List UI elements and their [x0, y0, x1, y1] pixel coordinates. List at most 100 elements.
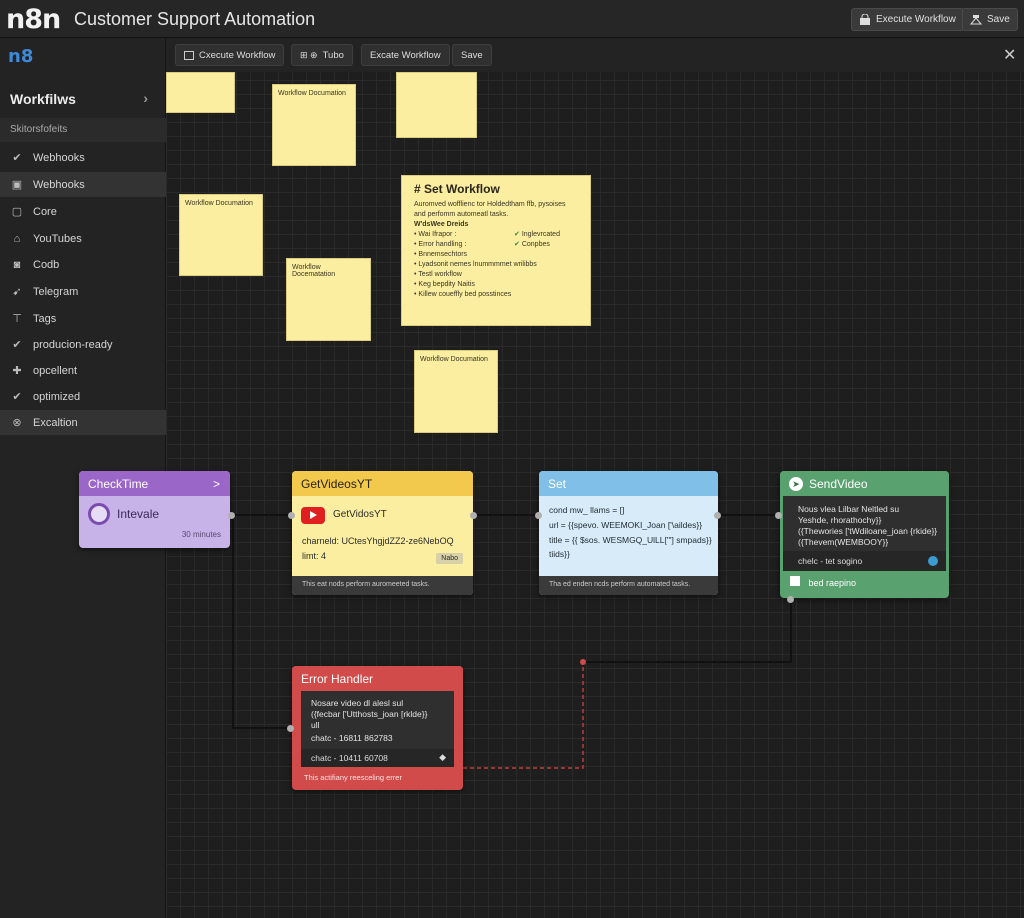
sticky-check-row: ✔ Conpbes — [514, 240, 550, 250]
sticky-note-label: Workflow Docematation — [292, 264, 336, 278]
execute-workflow-button[interactable]: Execute Workflow — [851, 8, 964, 31]
tube-button[interactable]: ⊞ ⊕ Tubo — [291, 44, 353, 66]
sticky-note-3[interactable]: Workflow Docematation — [286, 258, 371, 341]
window-icon — [184, 50, 194, 60]
sticky-check-text: Inglevrcated — [521, 231, 560, 238]
sticky-check-text: Conpbes — [521, 241, 550, 248]
sticky-note-top-right[interactable] — [396, 72, 477, 138]
clock-icon — [88, 503, 110, 525]
input-handle[interactable] — [535, 512, 542, 519]
sidebar-item-optimized[interactable]: ✔ optimized — [0, 384, 166, 409]
sticky-note-2[interactable]: Workflow Documation — [179, 194, 263, 276]
node-footer: Tha ed enden ncds perform automated task… — [539, 576, 718, 595]
input-handle[interactable] — [288, 512, 295, 519]
error-chat-2: chatc - 10411 60708 — [311, 753, 388, 763]
sticky-line: • Keg bepdity Naitis — [414, 281, 475, 288]
workflow-title: Customer Support Automation — [74, 9, 316, 29]
node-body: Nous vlea Lilbar Neltled su Yeshde, rhor… — [783, 496, 946, 551]
sticky-note-4[interactable]: Workflow Documation — [414, 350, 498, 433]
sidebar-item-label: Codb — [33, 258, 60, 271]
save-label: Save — [987, 14, 1010, 25]
output-handle[interactable] — [714, 512, 721, 519]
sidebar-item-opcellent[interactable]: ✚ opcellent — [0, 358, 166, 383]
telegram-icon: ➹ — [12, 285, 22, 298]
sidebar-item-codb[interactable]: ◙ Codb — [0, 252, 166, 277]
sidebar-heading[interactable]: Workfilws › — [0, 82, 166, 116]
save-icon — [970, 15, 982, 25]
sticky-line: • Lyadsonit nemes lnummmmet wrilibbs — [414, 261, 537, 268]
node-footer: This eat nods perform auromeeted tasks. — [292, 576, 473, 595]
sticky-line: • Error handling : — [414, 241, 467, 248]
sticky-note-top-left[interactable] — [166, 72, 235, 113]
tube-label: Tubo — [322, 49, 344, 61]
sticky-line-text: Keg bepdity Naitis — [418, 281, 475, 288]
sidebar-logo: n8 — [8, 46, 34, 67]
node-header: GetVideosYT — [292, 471, 473, 496]
output-handle[interactable] — [787, 596, 794, 603]
toolbar-save-button[interactable]: Save — [452, 44, 492, 66]
close-icon[interactable]: ✕ — [1003, 45, 1016, 65]
node-body: cond mw_ llams = [] url = {{spevo. WEEMO… — [539, 496, 718, 576]
input-handle[interactable] — [775, 512, 782, 519]
sidebar-item-youtubes[interactable]: ⌂ YouTubes — [0, 226, 166, 251]
core-icon: ▢ — [11, 205, 23, 218]
chevron-right-icon[interactable]: > — [213, 477, 220, 491]
sidebar-item-telegram[interactable]: ➹ Telegram — [0, 279, 166, 304]
error-line-3: ull — [311, 720, 320, 730]
check-icon: ✔ — [12, 151, 22, 164]
node-subtitle: GetVidosYT — [333, 509, 387, 520]
x-circle-icon: ⊗ — [12, 416, 22, 429]
execute-workflow-2-button[interactable]: Excate Workflow — [361, 44, 450, 66]
sidebar-item-webhooks-2[interactable]: ▣ Webhooks — [0, 172, 166, 197]
sticky-subtitle: W'dsWee Dreids — [414, 221, 469, 228]
top-bar: n8n Customer Support Automation Execute … — [0, 0, 1024, 38]
node-error-handler[interactable]: Error Handler Nosare video dl alesl sul … — [292, 666, 463, 790]
sticky-line-text: Lyadsonit nemes lnummmmet wrilibbs — [418, 261, 537, 268]
node-checktime[interactable]: CheckTime > Intevale 30 minutes — [79, 471, 230, 548]
node-title: GetVideosYT — [301, 476, 373, 491]
save-button[interactable]: Save — [962, 8, 1018, 31]
sidebar-item-webhooks[interactable]: ✔ Webhooks — [0, 145, 166, 170]
error-chat-row: chatc - 10411 60708 ◆ — [301, 749, 454, 767]
node-tag: Nabo — [436, 553, 463, 564]
sidebar-item-tags[interactable]: ⊤ Tags — [0, 306, 166, 331]
error-chat-1: chatc - 16811 862783 — [311, 733, 393, 743]
telegram-icon — [928, 556, 938, 566]
sidebar-item-core[interactable]: ▢ Core — [0, 199, 166, 224]
sticky-note-label: Workflow Documation — [420, 356, 488, 363]
sidebar-item-label: YouTubes — [33, 232, 82, 245]
node-title: Set — [548, 476, 567, 491]
output-handle[interactable] — [470, 512, 477, 519]
sidebar-item-production-ready[interactable]: ✔ producion-ready — [0, 332, 166, 357]
execute-workflow-toolbar-label: Cxecute Workflow — [199, 49, 276, 61]
set-line-3: title = {{ $sos. WESMGQ_UlLL['"] smpads}… — [549, 535, 712, 545]
sticky-line-text: Killew coueffly bed posstinces — [418, 291, 512, 298]
sidebar-item-label: Webhooks — [33, 178, 85, 191]
execute-workflow-toolbar-button[interactable]: Cxecute Workflow — [175, 44, 285, 66]
error-line-2: ({fecbar ['Utthosts_joan [rklde}} — [311, 709, 428, 719]
chat-id-row: chelc - tet sogino — [783, 551, 946, 571]
n8n-logo: n8n — [6, 4, 61, 35]
sidebar-item-excaltion[interactable]: ⊗ Excaltion — [0, 410, 166, 435]
sticky-note-1[interactable]: Workflow Documation — [272, 84, 356, 166]
chevron-right-icon[interactable]: › — [143, 90, 148, 106]
sidebar-item-label: Tags — [33, 312, 57, 325]
node-title: SendVideo — [809, 476, 868, 491]
sidebar-item-label: Excaltion — [33, 416, 78, 429]
input-handle[interactable] — [287, 725, 294, 732]
node-getvideosyt[interactable]: GetVideosYT GetVidosYT charneld: UCtesYh… — [292, 471, 473, 595]
execute-workflow-label: Execute Workflow — [876, 14, 956, 25]
node-sendvideo[interactable]: ➤ SendVideo Nous vlea Lilbar Neltled su … — [780, 471, 949, 598]
sidebar-heading-label: Workfilws — [10, 91, 76, 107]
diamond-icon: ◆ — [439, 752, 446, 762]
node-body: Nosare video dl alesl sul ({fecbar ['Utt… — [301, 691, 454, 749]
sidebar-item-label: Webhooks — [33, 151, 85, 164]
output-handle[interactable] — [228, 512, 235, 519]
grid-icon: ⊞ ⊕ — [300, 49, 318, 60]
sidebar-subheading: Skitorsfofeits — [0, 118, 166, 142]
sendvideo-line-2: Yeshde, rhorathochy}} — [798, 515, 882, 525]
lock-icon — [860, 14, 870, 25]
sticky-note-label: Workflow Documation — [278, 90, 346, 97]
node-set[interactable]: Set cond mw_ llams = [] url = {{spevo. W… — [539, 471, 718, 595]
sticky-note-set-workflow[interactable]: # Set Workflow Auromved wofflienc tor Ho… — [401, 175, 591, 326]
